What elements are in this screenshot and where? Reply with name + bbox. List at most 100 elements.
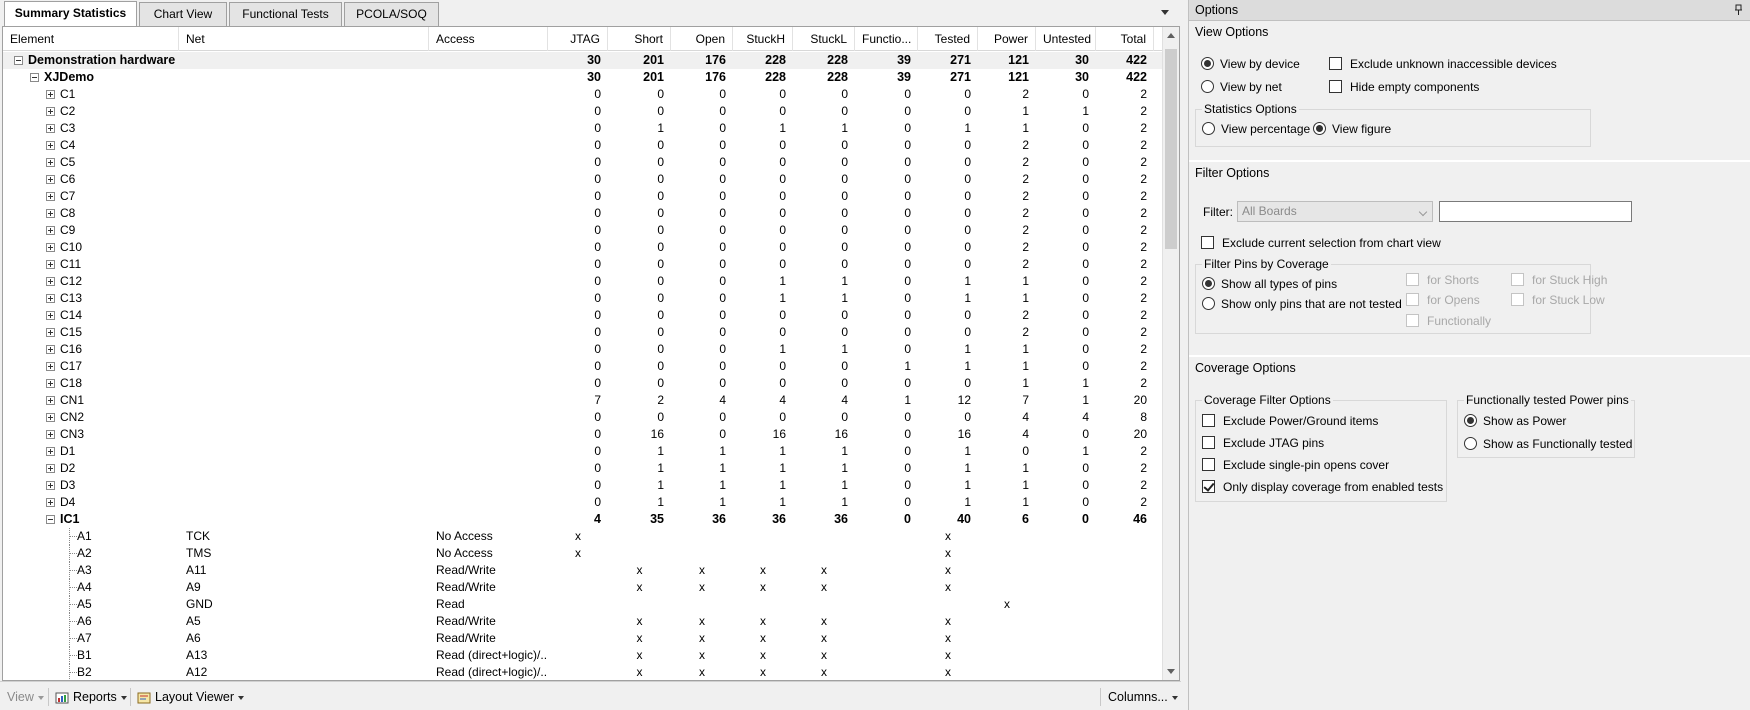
table-row[interactable]: C11 0 0 0 0 0 0 0 2 0 2	[3, 256, 1163, 273]
table-row[interactable]: C9 0 0 0 0 0 0 0 2 0 2	[3, 222, 1163, 239]
expand-icon[interactable]	[46, 260, 55, 269]
scroll-down-icon[interactable]	[1167, 669, 1175, 674]
expand-icon[interactable]	[46, 447, 55, 456]
expand-icon[interactable]	[46, 345, 55, 354]
table-row[interactable]: C12 0 0 0 1 1 0 1 1 0 2	[3, 273, 1163, 290]
table-row[interactable]: C14 0 0 0 0 0 0 0 2 0 2	[3, 307, 1163, 324]
column-header-open[interactable]: Open	[671, 27, 733, 51]
column-header-stuckh[interactable]: StuckH	[733, 27, 793, 51]
table-row[interactable]: B2 A12 Read (direct+logic)/... x x x x x	[3, 664, 1163, 680]
view-percentage-radio[interactable]: View percentage	[1202, 121, 1310, 137]
tab-overflow-dropdown-icon[interactable]	[1159, 6, 1171, 18]
exclude-single-pin-checkbox[interactable]: Exclude single-pin opens cover	[1202, 457, 1389, 473]
table-row[interactable]: C6 0 0 0 0 0 0 0 2 0 2	[3, 171, 1163, 188]
layout-viewer-menu-button[interactable]: Layout Viewer	[137, 688, 244, 706]
expand-icon[interactable]	[46, 498, 55, 507]
expand-icon[interactable]	[46, 107, 55, 116]
view-by-net-radio[interactable]: View by net	[1201, 79, 1282, 95]
expand-icon[interactable]	[46, 226, 55, 235]
column-header-short[interactable]: Short	[608, 27, 671, 51]
table-row[interactable]: Demonstration hardware 30 201 176 228 228 39 27…	[3, 52, 1163, 69]
column-header-jtag[interactable]: JTAG	[548, 27, 608, 51]
column-header-functional[interactable]: Functio...	[855, 27, 918, 51]
column-header-total[interactable]: Total	[1096, 27, 1154, 51]
tab-summary-statistics[interactable]: Summary Statistics	[4, 1, 137, 27]
table-row[interactable]: C18 0 0 0 0 0 0 0 1 1 2	[3, 375, 1163, 392]
show-all-pins-radio[interactable]: Show all types of pins	[1202, 276, 1337, 292]
for-opens-checkbox[interactable]: for Opens	[1406, 292, 1480, 308]
column-header-stuckl[interactable]: StuckL	[793, 27, 855, 51]
expand-icon[interactable]	[46, 175, 55, 184]
scroll-up-icon[interactable]	[1167, 33, 1175, 38]
table-row[interactable]: C3 0 1 0 1 1 0 1 1 0 2	[3, 120, 1163, 137]
table-row[interactable]: A3 A11 Read/Write x x x x x	[3, 562, 1163, 579]
expand-icon[interactable]	[46, 413, 55, 422]
expand-icon[interactable]	[46, 396, 55, 405]
table-row[interactable]: CN2 0 0 0 0 0 0 0 4 4 8	[3, 409, 1163, 426]
show-not-tested-radio[interactable]: Show only pins that are not tested	[1202, 296, 1402, 312]
tab-pcola-soq[interactable]: PCOLA/SOQ	[344, 2, 439, 26]
expand-icon[interactable]	[46, 294, 55, 303]
table-row[interactable]: C15 0 0 0 0 0 0 0 2 0 2	[3, 324, 1163, 341]
collapse-icon[interactable]	[14, 56, 23, 65]
table-row[interactable]: B1 A13 Read (direct+logic)/... x x x x x	[3, 647, 1163, 664]
table-row[interactable]: D1 0 1 1 1 1 0 1 0 1 2	[3, 443, 1163, 460]
expand-icon[interactable]	[46, 124, 55, 133]
expand-icon[interactable]	[46, 192, 55, 201]
pin-icon[interactable]	[1734, 4, 1743, 16]
column-header-tested[interactable]: Tested	[918, 27, 978, 51]
table-row[interactable]: C10 0 0 0 0 0 0 0 2 0 2	[3, 239, 1163, 256]
expand-icon[interactable]	[46, 362, 55, 371]
expand-icon[interactable]	[46, 328, 55, 337]
table-row[interactable]: D3 0 1 1 1 1 0 1 1 0 2	[3, 477, 1163, 494]
table-row[interactable]: A2 TMS No Access x x	[3, 545, 1163, 562]
expand-icon[interactable]	[46, 277, 55, 286]
table-row[interactable]: CN3 0 16 0 16 16 0 16 4 0 20	[3, 426, 1163, 443]
exclude-power-checkbox[interactable]: Exclude Power/Ground items	[1202, 413, 1378, 429]
columns-menu-button[interactable]: Columns...	[1108, 688, 1178, 706]
expand-icon[interactable]	[46, 430, 55, 439]
table-row[interactable]: A4 A9 Read/Write x x x x x	[3, 579, 1163, 596]
table-row[interactable]: IC1 4 35 36 36 36 0 40 6 0 46	[3, 511, 1163, 528]
filter-board-select[interactable]: All Boards	[1237, 201, 1433, 222]
table-row[interactable]: XJDemo 30 201 176 228 228 39 271 121 30 422	[3, 69, 1163, 86]
expand-icon[interactable]	[46, 243, 55, 252]
expand-icon[interactable]	[46, 158, 55, 167]
column-header-access[interactable]: Access	[429, 27, 548, 51]
table-row[interactable]: C7 0 0 0 0 0 0 0 2 0 2	[3, 188, 1163, 205]
table-row[interactable]: D2 0 1 1 1 1 0 1 1 0 2	[3, 460, 1163, 477]
for-stuck-high-checkbox[interactable]: for Stuck High	[1511, 272, 1607, 288]
for-stuck-low-checkbox[interactable]: for Stuck Low	[1511, 292, 1605, 308]
vertical-scrollbar[interactable]	[1162, 27, 1179, 680]
table-row[interactable]: C5 0 0 0 0 0 0 0 2 0 2	[3, 154, 1163, 171]
expand-icon[interactable]	[46, 90, 55, 99]
show-as-functional-radio[interactable]: Show as Functionally tested	[1464, 436, 1632, 452]
table-row[interactable]: A6 A5 Read/Write x x x x x	[3, 613, 1163, 630]
tab-functional-tests[interactable]: Functional Tests	[229, 2, 342, 26]
expand-icon[interactable]	[46, 141, 55, 150]
table-row[interactable]: D4 0 1 1 1 1 0 1 1 0 2	[3, 494, 1163, 511]
view-menu-button[interactable]: View	[7, 688, 44, 706]
view-by-device-radio[interactable]: View by device	[1201, 56, 1300, 72]
table-row[interactable]: C4 0 0 0 0 0 0 0 2 0 2	[3, 137, 1163, 154]
expand-icon[interactable]	[46, 379, 55, 388]
table-row[interactable]: C1 0 0 0 0 0 0 0 2 0 2	[3, 86, 1163, 103]
collapse-icon[interactable]	[46, 515, 55, 524]
tab-chart-view[interactable]: Chart View	[139, 2, 227, 26]
functionally-checkbox[interactable]: Functionally	[1406, 313, 1491, 329]
expand-icon[interactable]	[46, 209, 55, 218]
hide-empty-checkbox[interactable]: Hide empty components	[1329, 79, 1479, 95]
collapse-icon[interactable]	[30, 73, 39, 82]
table-row[interactable]: C8 0 0 0 0 0 0 0 2 0 2	[3, 205, 1163, 222]
column-header-power[interactable]: Power	[978, 27, 1036, 51]
exclude-selection-checkbox[interactable]: Exclude current selection from chart vie…	[1201, 235, 1441, 251]
exclude-jtag-checkbox[interactable]: Exclude JTAG pins	[1202, 435, 1324, 451]
table-row[interactable]: A5 GND Read x	[3, 596, 1163, 613]
column-header-untested[interactable]: Untested	[1036, 27, 1096, 51]
show-as-power-radio[interactable]: Show as Power	[1464, 413, 1566, 429]
table-row[interactable]: C17 0 0 0 0 0 1 1 1 0 2	[3, 358, 1163, 375]
table-row[interactable]: C2 0 0 0 0 0 0 0 1 1 2	[3, 103, 1163, 120]
table-row[interactable]: CN1 7 2 4 4 4 1 12 7 1 20	[3, 392, 1163, 409]
table-row[interactable]: C13 0 0 0 1 1 0 1 1 0 2	[3, 290, 1163, 307]
view-figure-radio[interactable]: View figure	[1313, 121, 1391, 137]
